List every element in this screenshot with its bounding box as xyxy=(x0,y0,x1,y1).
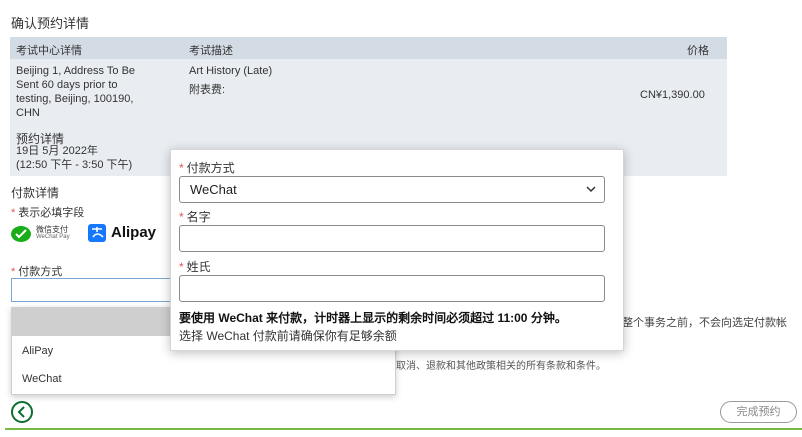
center-address-line: Sent 60 days prior to xyxy=(16,79,118,91)
appointment-date: 19日 5月 2022年 xyxy=(16,145,98,157)
back-button[interactable] xyxy=(11,401,33,423)
dropdown-option-wechat[interactable]: WeChat xyxy=(22,373,62,385)
last-name-input[interactable] xyxy=(179,275,605,302)
last-name-label: * 姓氏 xyxy=(179,260,211,274)
center-address-line: Beijing 1, Address To Be xyxy=(16,65,136,77)
center-address-line: testing, Beijing, 100190, xyxy=(16,93,134,105)
modal-payment-method-select[interactable]: WeChat xyxy=(179,176,605,203)
complete-booking-button[interactable]: 完成预约 xyxy=(720,401,797,423)
exam-name: Art History (Late) xyxy=(189,65,273,77)
payment-method-label: * 付款方式 xyxy=(11,266,63,278)
header-test-center: 考试中心详情 xyxy=(16,45,82,57)
header-exam-description: 考试描述 xyxy=(189,45,233,57)
policy-terms-text: 取消、退款和其他政策相关的所有条款和条件。 xyxy=(396,361,606,372)
required-fields-note: * 表示必填字段 xyxy=(11,204,84,220)
header-price: 价格 xyxy=(687,45,709,57)
price-value: CN¥1,390.00 xyxy=(640,89,705,101)
payment-modal: * 付款方式 WeChat * 名字 * 姓氏 要使用 WeChat 来付款，计时器上… xyxy=(170,149,624,351)
wechat-balance-note: 选择 WeChat 付款前请确保你有足够余额 xyxy=(179,329,397,343)
chevron-left-icon xyxy=(17,406,25,418)
alipay-logo: Alipay xyxy=(87,222,162,244)
required-note-text: 表示必填字段 xyxy=(18,207,85,219)
dropdown-option-alipay[interactable]: AliPay xyxy=(22,345,53,357)
alipay-logo-text: Alipay xyxy=(111,224,157,241)
policy-text: 整个事务之前，不会向选定付款帐 xyxy=(622,317,787,329)
modal-method-label: * 付款方式 xyxy=(179,161,235,175)
first-name-input[interactable] xyxy=(179,225,605,252)
first-name-label: * 名字 xyxy=(179,210,211,224)
summary-header-row xyxy=(10,37,727,59)
wechat-logo-subtext: WeChat Pay xyxy=(36,234,70,240)
footer-divider xyxy=(5,428,802,430)
payment-details-title: 付款详情 xyxy=(11,186,60,200)
page-title: 确认预约详情 xyxy=(11,16,90,31)
wechat-pay-logo: 微信支付 WeChat Pay xyxy=(11,223,81,245)
surcharge-label: 附表费: xyxy=(189,84,226,96)
chevron-down-icon xyxy=(586,186,596,193)
selected-method-value: WeChat xyxy=(190,182,237,197)
center-address-line: CHN xyxy=(16,107,40,119)
appointment-time: (12:50 下午 - 3:50 下午) xyxy=(16,159,133,171)
wechat-timer-warning: 要使用 WeChat 来付款，计时器上显示的剩余时间必须超过 11:00 分钟。 xyxy=(179,311,567,325)
required-star: * xyxy=(11,207,16,219)
